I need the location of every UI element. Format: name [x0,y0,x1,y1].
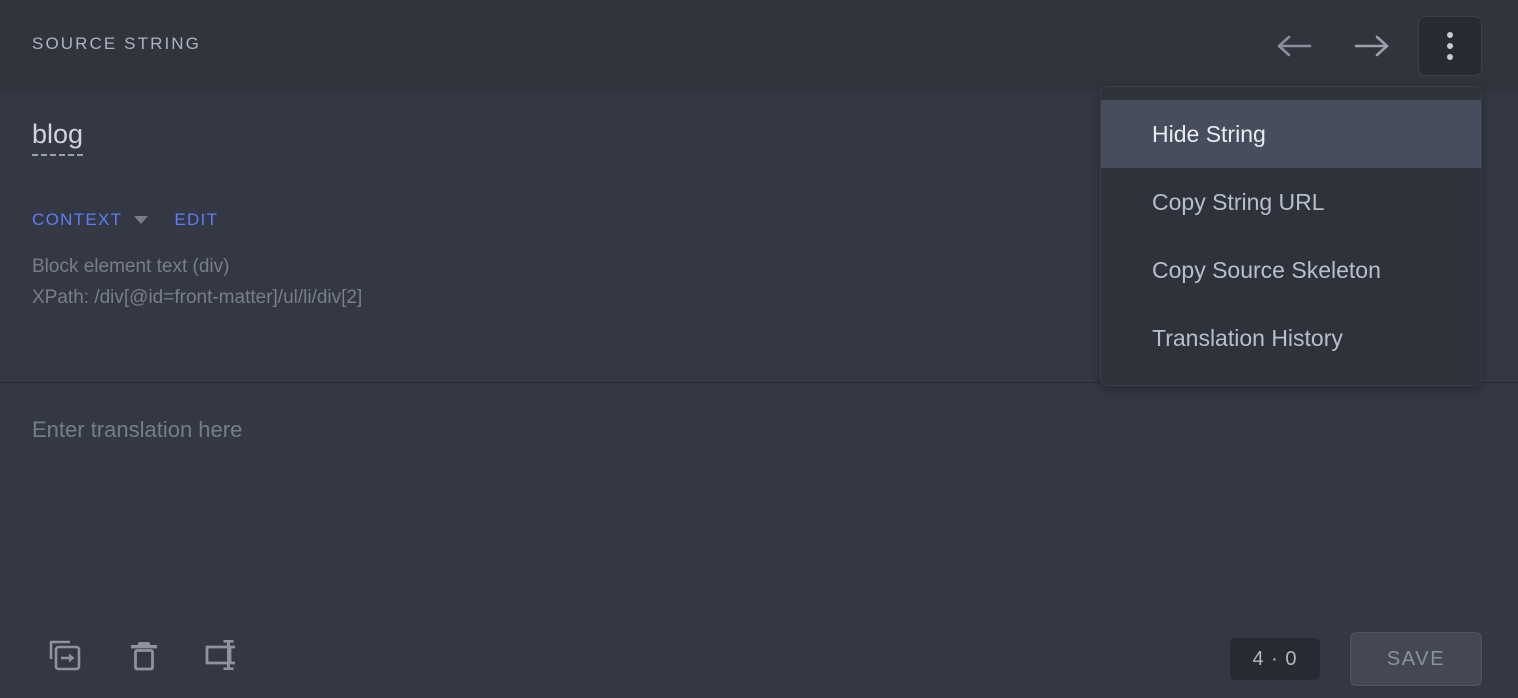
context-element-type: Block element text (div) [32,256,230,277]
string-options-menu-button[interactable] [1418,16,1482,76]
chevron-down-icon[interactable] [134,216,149,224]
source-string-text: blog [32,117,84,156]
trash-icon [131,642,157,671]
previous-string-button[interactable] [1270,22,1318,70]
source-meta-row: CONTEXT EDIT [32,208,218,232]
context-toggle-link[interactable]: CONTEXT [32,210,122,230]
context-xpath: XPath: /div[@id=front-matter]/ul/li/div[… [32,287,363,308]
context-details: Block element text (div) XPath: /div[@id… [32,251,362,313]
split-segment-button[interactable] [192,626,250,684]
arrow-right-icon [1354,35,1389,57]
edit-source-link[interactable]: EDIT [174,210,218,230]
kebab-menu-icon-dot3 [1447,54,1453,60]
copy-source-to-translation-button[interactable] [36,626,94,684]
translation-input-placeholder[interactable]: Enter translation here [32,417,242,443]
character-count-badge: 4 · 0 [1230,638,1320,680]
translation-editor[interactable]: Enter translation here [0,384,1518,614]
save-button[interactable]: SAVE [1350,632,1482,686]
page-title: SOURCE STRING [32,34,201,53]
source-string-header: SOURCE STRING [0,0,1518,91]
menu-item-copy-source-skeleton[interactable]: Copy Source Skeleton [1101,236,1481,304]
kebab-menu-icon [1447,32,1453,38]
split-segment-icon [205,640,235,670]
kebab-menu-icon-dot2 [1447,43,1453,49]
menu-item-translation-history[interactable]: Translation History [1101,304,1481,372]
string-options-dropdown: Hide String Copy String URL Copy Source … [1100,86,1482,386]
menu-item-hide-string[interactable]: Hide String [1101,100,1481,168]
next-string-button[interactable] [1348,22,1396,70]
menu-item-copy-string-url[interactable]: Copy String URL [1101,168,1481,236]
delete-translation-button[interactable] [115,626,173,684]
arrow-left-icon [1277,35,1312,57]
copy-source-to-translation-icon [49,640,81,671]
